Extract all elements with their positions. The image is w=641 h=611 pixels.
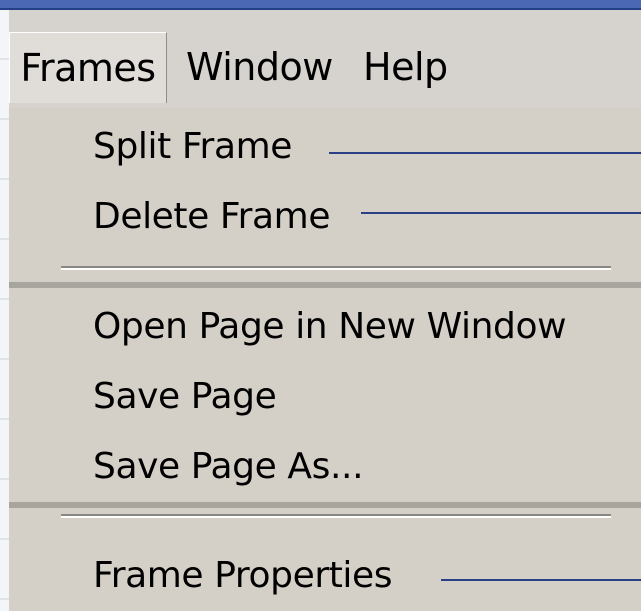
menu-item-frame-properties[interactable]: Frame Properties bbox=[9, 541, 641, 611]
menu-item-label: Open Page in New Window bbox=[93, 306, 567, 347]
background-stripe bbox=[0, 0, 9, 611]
callout-line bbox=[441, 579, 641, 581]
menu-item-label: Frame Properties bbox=[93, 555, 393, 596]
menu-item-save-page[interactable]: Save Page bbox=[9, 362, 641, 432]
menu-item-open-page-in-new-window[interactable]: Open Page in New Window bbox=[9, 292, 641, 362]
menu-item-split-frame[interactable]: Split Frame bbox=[9, 112, 641, 182]
menu-group-divider bbox=[9, 282, 641, 288]
menu-item-label: Split Frame bbox=[93, 126, 293, 167]
menu-help[interactable]: Help bbox=[363, 32, 448, 102]
menu-separator bbox=[61, 266, 611, 270]
menu-separator bbox=[61, 514, 611, 518]
menu-group-divider bbox=[9, 502, 641, 508]
menu-bar: Frames Window Help bbox=[9, 10, 641, 120]
menu-window[interactable]: Window bbox=[186, 32, 333, 102]
callout-line bbox=[329, 152, 641, 154]
frames-dropdown-menu: Split Frame Delete Frame Open Page in Ne… bbox=[9, 108, 641, 611]
callout-line bbox=[361, 212, 641, 214]
menu-frames[interactable]: Frames bbox=[9, 32, 167, 103]
menu-item-delete-frame[interactable]: Delete Frame bbox=[9, 182, 641, 252]
menu-item-save-page-as[interactable]: Save Page As... bbox=[9, 432, 641, 502]
window-title-strip bbox=[0, 0, 641, 10]
menu-item-label: Save Page As... bbox=[93, 446, 364, 487]
menu-item-label: Save Page bbox=[93, 376, 277, 417]
menu-item-label: Delete Frame bbox=[93, 196, 331, 237]
